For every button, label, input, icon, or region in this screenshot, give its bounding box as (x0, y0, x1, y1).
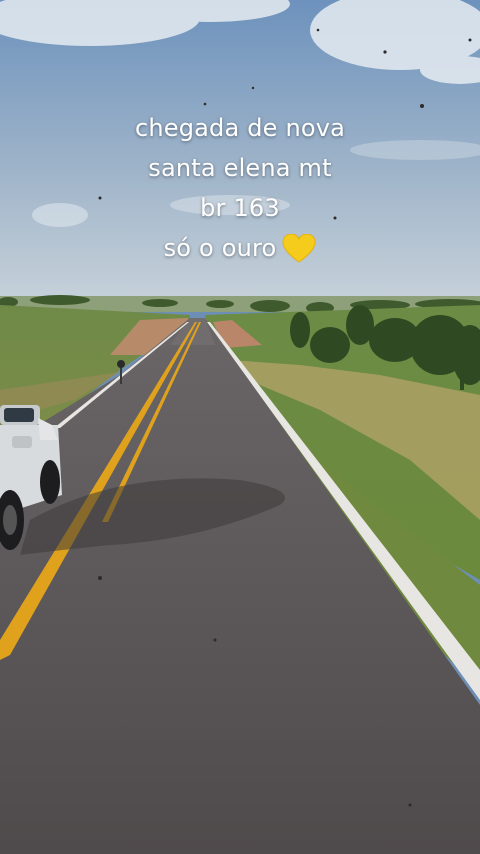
caption-line-4: só o ouro (0, 228, 480, 268)
caption-line-2: santa elena mt (148, 154, 332, 182)
yellow-heart-icon (282, 234, 316, 263)
caption-line-4-text: só o ouro (163, 234, 277, 262)
caption-line-3: br 163 (200, 194, 280, 222)
caption-line-1: chegada de nova (134, 114, 346, 142)
caption: chegada de nova santa elena mt br 163 só… (0, 108, 480, 268)
road-scene: chegada de nova santa elena mt br 163 só… (0, 0, 480, 854)
